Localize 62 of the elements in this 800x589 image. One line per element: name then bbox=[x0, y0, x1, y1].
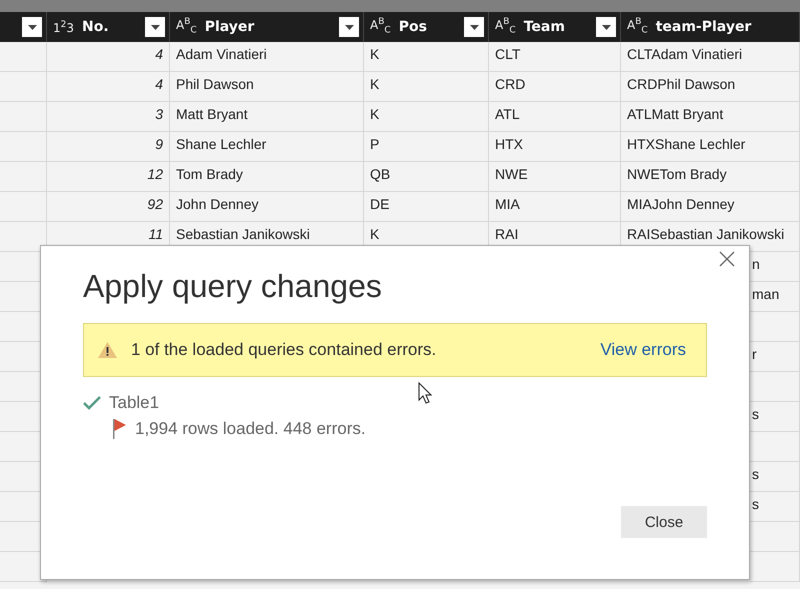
table-cell: 12 bbox=[47, 162, 170, 192]
table-cell: DE bbox=[364, 192, 489, 222]
table-cell: NWETom Brady bbox=[621, 162, 800, 192]
column-header: Pos bbox=[398, 19, 428, 35]
table-cell: Matt Bryant bbox=[170, 102, 364, 132]
table-cell: 4 bbox=[47, 42, 170, 72]
column-header: Player bbox=[204, 19, 256, 35]
dropdown-button[interactable] bbox=[464, 17, 484, 37]
check-icon bbox=[83, 396, 101, 410]
column-header: No. bbox=[82, 19, 110, 35]
caret-icon bbox=[344, 24, 354, 30]
row-header-cell bbox=[0, 132, 47, 162]
table-cell: 3 bbox=[47, 102, 170, 132]
table-cell: HTXShane Lechler bbox=[621, 132, 800, 162]
row-header-cell bbox=[0, 42, 47, 72]
column-header: team-Player bbox=[656, 19, 752, 35]
table-cell: K bbox=[364, 42, 489, 72]
query-name: Table1 bbox=[109, 393, 160, 413]
number-type-icon: 1$^{2}$3 bbox=[53, 20, 74, 34]
table-cell: CRD bbox=[489, 72, 621, 102]
table-cell: CRDPhil Dawson bbox=[621, 72, 800, 102]
table-cell: QB bbox=[364, 162, 489, 192]
warning-icon bbox=[98, 342, 117, 358]
dropdown-button[interactable] bbox=[596, 17, 616, 37]
row-header-cell bbox=[0, 192, 47, 222]
column-header: Team bbox=[524, 19, 566, 35]
dropdown-button[interactable] bbox=[145, 17, 165, 37]
table-cell: MIAJohn Denney bbox=[621, 192, 800, 222]
table-cell: Shane Lechler bbox=[170, 132, 364, 162]
table-cell: 4 bbox=[47, 72, 170, 102]
table-cell: Phil Dawson bbox=[170, 72, 364, 102]
view-errors-link[interactable]: View errors bbox=[600, 340, 686, 360]
warning-text: 1 of the loaded queries contained errors. bbox=[131, 340, 438, 360]
table-cell: K bbox=[364, 102, 489, 132]
table-cell: 9 bbox=[47, 132, 170, 162]
close-icon[interactable] bbox=[719, 251, 735, 267]
row-header-cell bbox=[0, 162, 47, 192]
table-cell: Adam Vinatieri bbox=[170, 42, 364, 72]
table-cell: John Denney bbox=[170, 192, 364, 222]
table-cell: MIA bbox=[489, 192, 621, 222]
table-cell: Tom Brady bbox=[170, 162, 364, 192]
dialog-title: Apply query changes bbox=[83, 268, 383, 305]
dropdown-button[interactable] bbox=[22, 17, 42, 37]
table-cell: CLTAdam Vinatieri bbox=[621, 42, 800, 72]
table-cell: ATL bbox=[489, 102, 621, 132]
close-button[interactable]: Close bbox=[621, 506, 707, 538]
caret-icon bbox=[470, 24, 478, 30]
table-cell: P bbox=[364, 132, 489, 162]
table-cell: CLT bbox=[489, 42, 621, 72]
table-cell: HTX bbox=[489, 132, 621, 162]
table-cell: NWE bbox=[489, 162, 621, 192]
table-cell: 92 bbox=[47, 192, 170, 222]
row-header-cell bbox=[0, 72, 47, 102]
caret-icon bbox=[28, 24, 36, 30]
row-header-cell bbox=[0, 102, 47, 132]
query-status: 1,994 rows loaded. 448 errors. bbox=[135, 419, 366, 439]
caret-icon bbox=[150, 24, 160, 30]
table-cell: K bbox=[364, 72, 489, 102]
cursor-icon bbox=[418, 382, 432, 404]
table-cell: ATLMatt Bryant bbox=[621, 102, 800, 132]
caret-icon bbox=[602, 24, 610, 30]
dropdown-button[interactable] bbox=[339, 17, 359, 37]
